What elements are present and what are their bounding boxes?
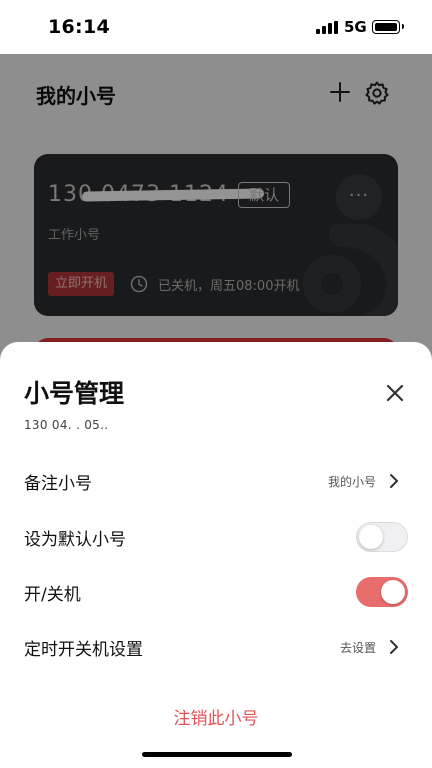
number-management-sheet: 小号管理 130 04. . 05.. 备注小号 我的小号 设为默认小号 开/关…: [0, 342, 432, 768]
deregister-button[interactable]: 注销此小号: [0, 704, 432, 729]
status-bar: 16:14 5G: [0, 0, 432, 54]
row-power: 开/关机: [0, 565, 432, 619]
row-remark[interactable]: 备注小号 我的小号: [0, 454, 432, 508]
status-time: 16:14: [48, 16, 110, 38]
power-toggle[interactable]: [356, 577, 408, 607]
chevron-right-icon: [390, 474, 398, 488]
battery-icon: [372, 20, 404, 34]
row-label: 设为默认小号: [24, 530, 126, 550]
signal-icon: [316, 21, 338, 34]
row-label: 定时开关机设置: [24, 640, 143, 660]
row-scheduled-power[interactable]: 定时开关机设置 去设置: [0, 620, 432, 674]
home-indicator: [142, 752, 292, 757]
chevron-right-icon: [390, 640, 398, 654]
row-label: 备注小号: [24, 474, 92, 494]
close-icon[interactable]: [380, 378, 410, 408]
sheet-title: 小号管理: [24, 379, 125, 408]
sheet-phone-number: 130 04. . 05..: [24, 418, 109, 432]
row-label: 开/关机: [24, 585, 81, 605]
default-toggle[interactable]: [356, 522, 408, 552]
row-set-default: 设为默认小号: [0, 510, 432, 564]
row-value: 我的小号: [327, 475, 376, 489]
row-value: 去设置: [339, 641, 376, 655]
network-type: 5G: [344, 18, 367, 36]
